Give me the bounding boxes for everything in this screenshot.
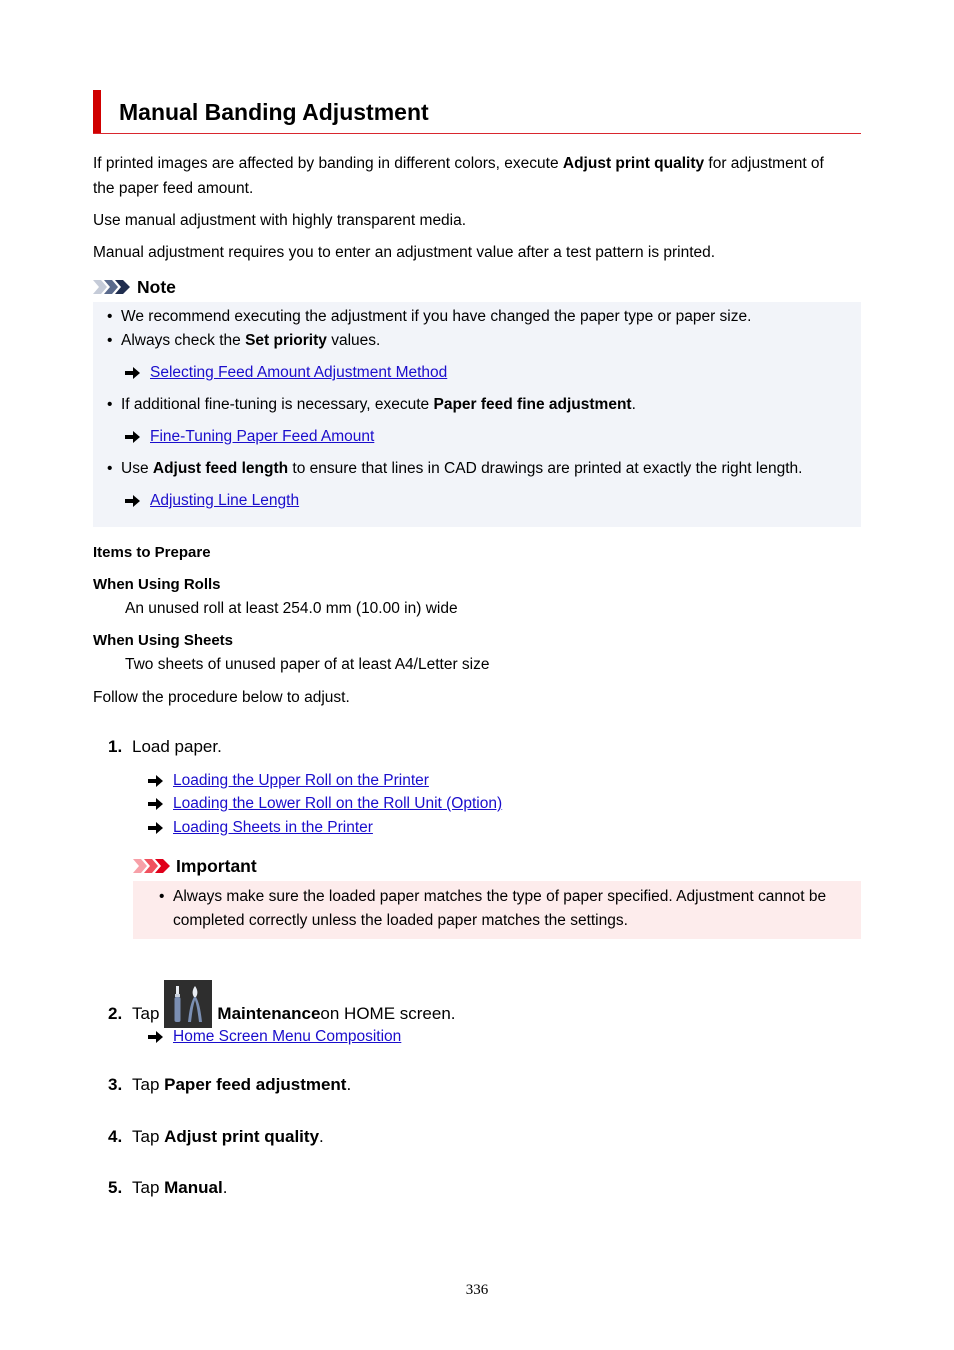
link-loading-lower-roll[interactable]: Loading the Lower Roll on the Roll Unit …: [173, 793, 502, 815]
intro-paragraph-3: Manual adjustment requires you to enter …: [93, 244, 716, 261]
follow-procedure-text: Follow the procedure below to adjust.: [93, 689, 350, 706]
note-bullet-2: Always check the Set priority values.: [107, 330, 380, 352]
title-accent-bar: [93, 90, 101, 133]
page-number: 336: [465, 1282, 489, 1298]
important-heading: Important: [133, 855, 257, 877]
arrow-right-icon: [148, 1031, 163, 1043]
when-using-rolls-heading: When Using Rolls: [93, 576, 221, 593]
note-link-row-3: Adjusting Line Length: [125, 490, 299, 512]
step-1-link-row-3: Loading Sheets in the Printer: [148, 817, 373, 839]
arrow-right-icon: [148, 798, 163, 810]
note-bullet-3: If additional fine-tuning is necessary, …: [107, 394, 636, 416]
note-chevrons-icon: [93, 280, 130, 294]
link-selecting-feed-amount[interactable]: Selecting Feed Amount Adjustment Method: [150, 362, 447, 384]
step-4: 4. Tap Adjust print quality.: [108, 1127, 324, 1146]
arrow-right-icon: [125, 431, 140, 443]
note-link-row-2: Fine-Tuning Paper Feed Amount: [125, 426, 374, 448]
step-3: 3. Tap Paper feed adjustment.: [108, 1075, 352, 1094]
bullet-dot: •: [159, 888, 165, 905]
important-label: Important: [176, 855, 257, 876]
arrow-right-icon: [148, 822, 163, 834]
link-fine-tuning-paper-feed[interactable]: Fine-Tuning Paper Feed Amount: [150, 426, 374, 448]
step-2-link-row: Home Screen Menu Composition: [148, 1026, 401, 1048]
important-chevrons-icon: [133, 859, 170, 873]
arrow-right-icon: [148, 775, 163, 787]
sheets-requirement: Two sheets of unused paper of at least A…: [125, 656, 490, 673]
note-link-row-1: Selecting Feed Amount Adjustment Method: [125, 362, 447, 384]
arrow-right-icon: [125, 495, 140, 507]
maintenance-icon: [164, 980, 213, 1028]
items-to-prepare-heading: Items to Prepare: [93, 544, 211, 561]
important-box: • Always make sure the loaded paper matc…: [133, 881, 861, 939]
arrow-right-icon: [125, 367, 140, 379]
link-home-screen-menu[interactable]: Home Screen Menu Composition: [173, 1026, 401, 1048]
note-box: We recommend executing the adjustment if…: [93, 302, 861, 527]
intro-paragraph-2: Use manual adjustment with highly transp…: [93, 212, 467, 229]
note-bullet-1: We recommend executing the adjustment if…: [107, 306, 751, 328]
link-adjusting-line-length[interactable]: Adjusting Line Length: [150, 490, 299, 512]
step-5: 5. Tap Manual.: [108, 1178, 228, 1197]
link-loading-sheets[interactable]: Loading Sheets in the Printer: [173, 817, 373, 839]
link-loading-upper-roll[interactable]: Loading the Upper Roll on the Printer: [173, 770, 429, 792]
important-text: Always make sure the loaded paper matche…: [173, 888, 827, 929]
title-header: Manual Banding Adjustment: [93, 90, 861, 134]
note-label: Note: [137, 276, 176, 297]
step-1-link-row-1: Loading the Upper Roll on the Printer: [148, 770, 429, 792]
intro-paragraph-1: If printed images are affected by bandin…: [93, 155, 824, 197]
rolls-requirement: An unused roll at least 254.0 mm (10.00 …: [125, 600, 458, 617]
step-1-link-row-2: Loading the Lower Roll on the Roll Unit …: [148, 793, 502, 815]
page-title: Manual Banding Adjustment: [119, 99, 429, 125]
note-bullet-4: Use Adjust feed length to ensure that li…: [107, 458, 802, 480]
step-1: 1. Load paper.: [108, 737, 222, 756]
when-using-sheets-heading: When Using Sheets: [93, 632, 234, 649]
note-heading: Note: [93, 276, 176, 298]
